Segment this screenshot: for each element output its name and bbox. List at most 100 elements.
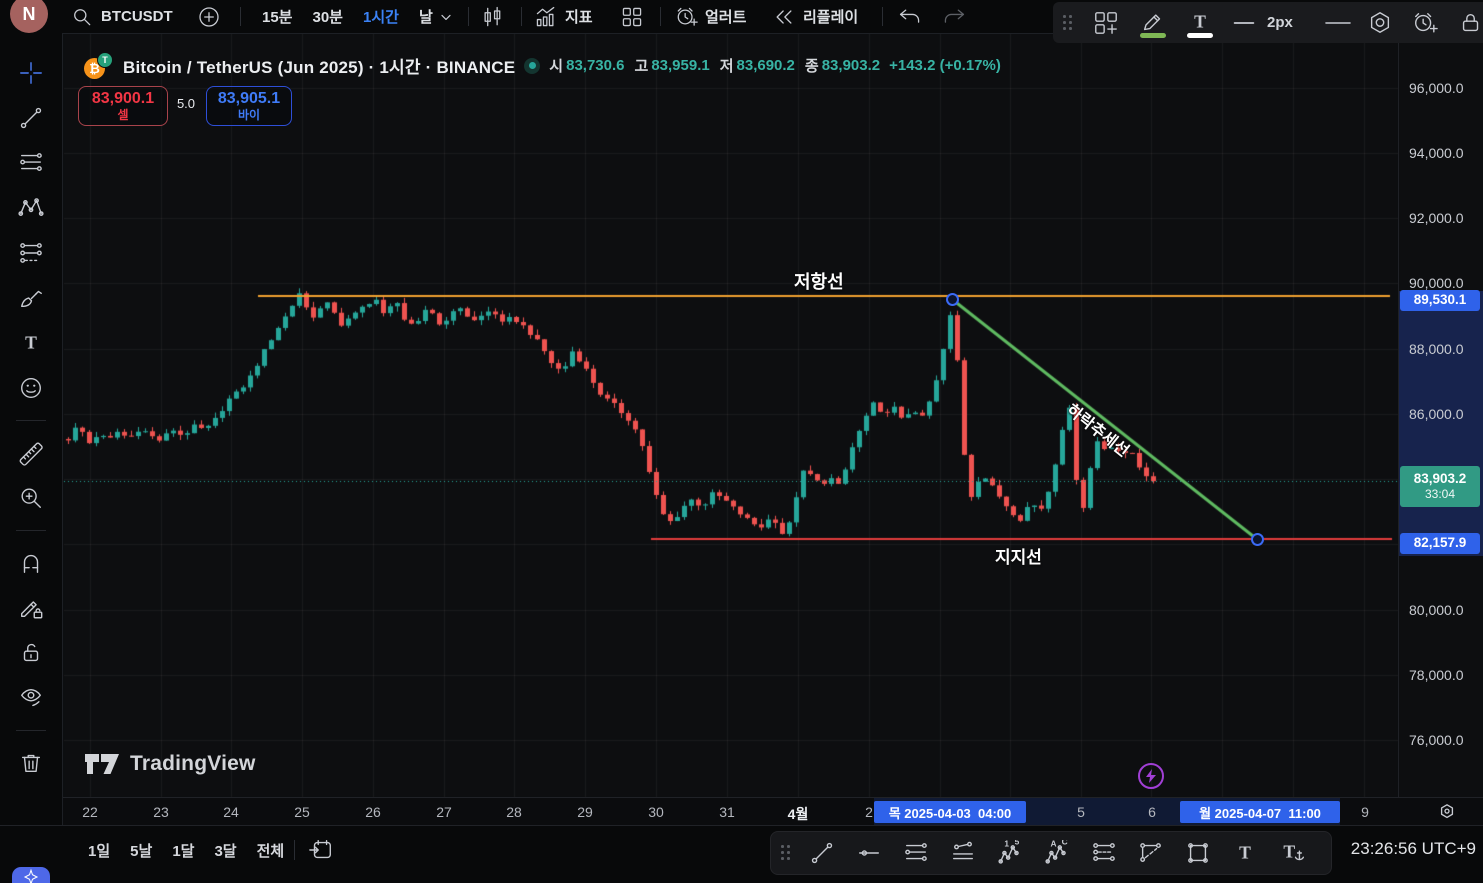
drawing-mode-lock-tool-button[interactable] [14, 591, 48, 625]
svg-text:A: A [1051, 840, 1057, 849]
fib-retracement-tool-button[interactable] [14, 146, 48, 180]
trend-line-tool-button[interactable] [14, 101, 48, 135]
price-tick: 88,000.0 [1409, 341, 1464, 357]
time-tick: 22 [82, 804, 98, 820]
line-style-button[interactable] [1319, 6, 1357, 40]
trendline-handle-end[interactable] [1251, 533, 1264, 546]
line-color-button[interactable] [1138, 6, 1168, 40]
anchored-text-favorite-button[interactable]: T [1270, 835, 1314, 871]
remove-all-tool-button[interactable] [14, 746, 48, 780]
symbol-search-button[interactable]: BTCUSDT [70, 0, 173, 33]
range-button-1일[interactable]: 1일 [78, 826, 120, 874]
time-tick: 27 [436, 804, 452, 820]
chevron-down-icon [441, 14, 451, 20]
ohlc-value: 83,690.2 [736, 57, 795, 74]
undo-button[interactable] [898, 0, 922, 33]
projection-icon [1140, 843, 1161, 862]
trend-fib-extension-favorite-button[interactable] [1082, 835, 1126, 871]
range-button-전체[interactable]: 전체 [247, 826, 295, 874]
replay-button[interactable]: 리플레이 [772, 0, 858, 33]
indicators-button[interactable]: 지표 [534, 0, 593, 33]
emoji-tool-button[interactable] [14, 371, 48, 405]
compare-add-button[interactable] [197, 0, 221, 33]
ruler-tool-button[interactable] [14, 436, 48, 470]
chart-title[interactable]: Bitcoin / TetherUS (Jun 2025) · 1시간 · BI… [123, 53, 515, 78]
redo-button[interactable] [942, 0, 966, 33]
elliott-correction-favorite-button[interactable]: AC [1035, 835, 1079, 871]
bar-countdown: 33:04 [1424, 487, 1456, 502]
chart-style-button[interactable] [480, 0, 504, 33]
text-color-button[interactable]: T [1185, 6, 1215, 40]
time-tick: 2 [865, 804, 873, 820]
long-position-tool-button[interactable] [14, 236, 48, 270]
trend-line-favorite-button[interactable] [800, 835, 844, 871]
fib-retracement-favorite-button[interactable] [894, 835, 938, 871]
zoom-in-tool-button[interactable] [14, 481, 48, 515]
trendline-handle-start[interactable] [946, 293, 959, 306]
market-status-icon[interactable] [524, 57, 541, 74]
time-axis-settings-button[interactable] [1436, 801, 1458, 823]
sell-button[interactable]: 83,900.1 셀 [78, 86, 168, 126]
clock[interactable]: 23:26:56 UTC+9 [1336, 839, 1476, 859]
chart-legend[interactable]: ₿ T Bitcoin / TetherUS (Jun 2025) · 1시간 … [84, 52, 1001, 79]
brush-tool-button[interactable] [14, 281, 48, 315]
trend-line-icon [811, 842, 833, 864]
layout-grid-button[interactable] [620, 0, 644, 33]
price-tick: 78,000.0 [1409, 667, 1464, 683]
lock-all-tool-button[interactable] [14, 636, 48, 670]
interval-menu-button[interactable] [438, 0, 454, 33]
text-tool-button[interactable]: T [14, 326, 48, 360]
alert-button[interactable]: 얼러트 [674, 0, 746, 33]
favorite-drawings-toolbar: 15 AC T T [770, 831, 1332, 875]
time-tick: 26 [365, 804, 381, 820]
buy-button[interactable]: 83,905.1 바이 [206, 86, 292, 126]
hexagon-settings-icon [1440, 804, 1454, 819]
symbol-label: BTCUSDT [101, 8, 173, 25]
support-line-label[interactable]: 지지선 [995, 543, 1042, 568]
lock-drawing-button[interactable] [1456, 6, 1483, 40]
interval-button-15분[interactable]: 15분 [252, 0, 303, 33]
range-button-3달[interactable]: 3달 [204, 826, 246, 874]
parallel-channel-favorite-button[interactable] [941, 835, 985, 871]
trendline-end-time-tag: 월 2025-04-07 11:00 [1180, 801, 1340, 823]
crosshair-tool-button[interactable] [14, 56, 48, 90]
time-axis[interactable]: 목 2025-04-03 04:00 월 2025-04-07 11:00 22… [0, 797, 1483, 826]
time-tick: 29 [577, 804, 593, 820]
toolbar-divider [468, 7, 469, 26]
sell-price: 83,900.1 [91, 90, 155, 108]
range-button-5날[interactable]: 5날 [120, 826, 162, 874]
time-tick: 31 [719, 804, 735, 820]
corner-assistant-button[interactable] [12, 867, 50, 883]
bottom-toolbar: 1일 5날 1달 3달 전체 15 AC T T 23:26:56 UTC+9 [0, 825, 1483, 883]
range-button-1달[interactable]: 1달 [162, 826, 204, 874]
text-color-swatch [1187, 33, 1213, 38]
price-tick: 86,000.0 [1409, 406, 1464, 422]
panel-drag-handle[interactable] [1055, 6, 1085, 40]
magnet-tool-button[interactable] [14, 546, 48, 580]
time-tick: 25 [294, 804, 310, 820]
drag-dots-icon[interactable] [781, 845, 791, 861]
xabcd-pattern-tool-button[interactable] [14, 191, 48, 225]
tradingview-logo[interactable]: TradingView [84, 749, 256, 779]
indicators-icon [536, 6, 555, 26]
projection-favorite-button[interactable] [1129, 835, 1173, 871]
add-to-layout-button[interactable] [1091, 6, 1121, 40]
add-alert-on-drawing-button[interactable] [1410, 6, 1440, 40]
text-favorite-button[interactable]: T [1223, 835, 1267, 871]
drawing-settings-button[interactable] [1365, 6, 1395, 40]
line-width-button[interactable] [1225, 6, 1263, 40]
elliott-impulse-favorite-button[interactable]: 15 [988, 835, 1032, 871]
line-width-value[interactable]: 2px [1267, 2, 1293, 43]
tradingview-app: BTCUSDT 15분 30분 1시간 날 지표 얼러트 리플레이 N T 2p… [0, 0, 1483, 883]
interval-button-1시간[interactable]: 1시간 [353, 0, 409, 33]
hide-drawings-tool-button[interactable] [14, 681, 48, 715]
horizontal-ray-favorite-button[interactable] [847, 835, 891, 871]
price-axis[interactable]: 89,530.1 83,903.2 33:04 82,157.9 96,000.… [1398, 33, 1483, 797]
resistance-line-label[interactable]: 저항선 [794, 268, 844, 294]
resistance-price-tag: 89,530.1 [1400, 290, 1480, 311]
interval-button-30분[interactable]: 30분 [303, 0, 354, 33]
go-to-date-button[interactable] [306, 836, 336, 864]
price-tick: 92,000.0 [1409, 210, 1464, 226]
event-zap-icon[interactable] [1138, 763, 1164, 789]
rectangle-favorite-button[interactable] [1176, 835, 1220, 871]
